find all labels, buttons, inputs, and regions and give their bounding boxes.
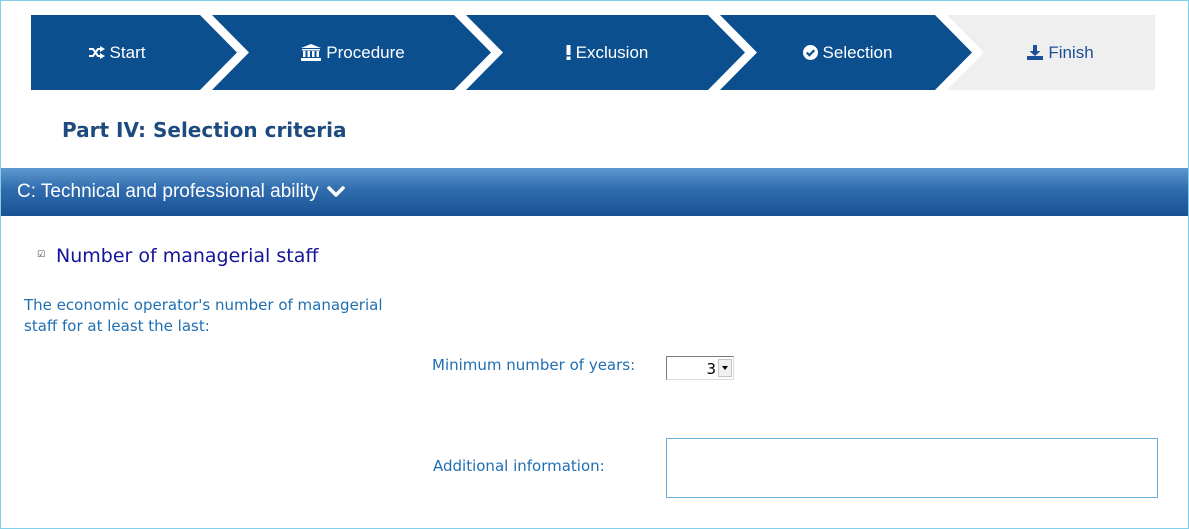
- dropdown-arrow-icon[interactable]: [718, 359, 732, 377]
- min-years-label: Minimum number of years:: [432, 356, 636, 374]
- step-procedure[interactable]: Procedure: [231, 15, 475, 90]
- check-circle-icon: [802, 45, 818, 60]
- progress-stepper: Start Procedure Exclusion Selection Fini…: [31, 15, 1155, 90]
- criterion-title: Number of managerial staff: [56, 245, 319, 267]
- min-years-select[interactable]: 3: [666, 356, 734, 380]
- additional-info-field[interactable]: [666, 438, 1158, 498]
- criterion-description: The economic operator's number of manage…: [24, 296, 383, 335]
- step-start-label: Start: [109, 42, 146, 62]
- step-exclusion[interactable]: Exclusion: [485, 15, 729, 90]
- step-procedure-label: Procedure: [326, 42, 405, 62]
- exclamation-icon: [566, 45, 571, 60]
- step-finish-label: Finish: [1048, 42, 1094, 62]
- page-title: Part IV: Selection criteria: [62, 118, 347, 142]
- random-icon: [88, 46, 105, 59]
- step-finish[interactable]: Finish: [966, 15, 1155, 90]
- criterion-checkbox[interactable]: ☑: [37, 250, 47, 260]
- step-exclusion-label: Exclusion: [575, 42, 649, 62]
- step-start[interactable]: Start: [31, 15, 203, 90]
- chevron-down-icon: [326, 186, 345, 198]
- additional-info-label: Additional information:: [433, 457, 605, 475]
- download-icon: [1027, 45, 1044, 60]
- section-title: C: Technical and professional ability: [17, 181, 319, 202]
- step-selection[interactable]: Selection: [739, 15, 956, 90]
- step-selection-label: Selection: [822, 42, 893, 62]
- min-years-value: 3: [706, 360, 716, 378]
- institution-icon: [301, 44, 322, 61]
- section-header[interactable]: C: Technical and professional ability: [1, 168, 1188, 216]
